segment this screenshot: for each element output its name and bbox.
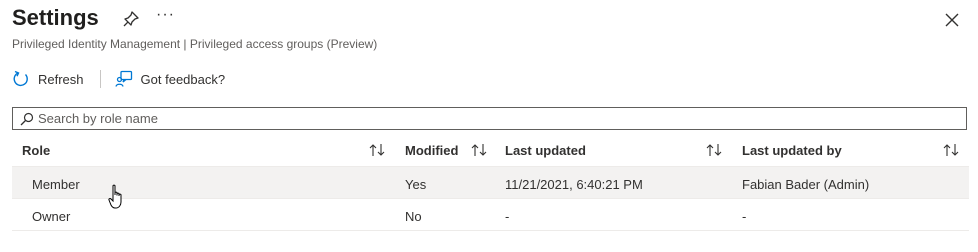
hand-cursor-icon — [108, 184, 122, 209]
last-updated-by-cell: - — [742, 209, 747, 224]
command-bar: Refresh Got feedback? — [12, 66, 225, 92]
column-header-modified[interactable]: Modified — [405, 143, 458, 158]
search-box[interactable] — [12, 107, 967, 130]
feedback-button[interactable]: Got feedback? — [114, 70, 226, 88]
toolbar-divider — [99, 70, 101, 88]
feedback-icon — [114, 70, 132, 87]
role-cell[interactable]: Member — [32, 177, 80, 192]
role-cell[interactable]: Owner — [32, 209, 70, 224]
sort-icon[interactable] — [705, 143, 723, 157]
sort-icon[interactable] — [942, 143, 960, 157]
table-row[interactable]: Owner No - - — [12, 199, 969, 231]
search-input[interactable] — [38, 111, 966, 126]
breadcrumb-subtitle: Privileged Identity Management | Privile… — [12, 37, 378, 51]
last-updated-cell: 11/21/2021, 6:40:21 PM — [505, 177, 643, 192]
column-header-last-updated[interactable]: Last updated — [505, 143, 586, 158]
sort-icon[interactable] — [368, 143, 386, 157]
last-updated-by-cell: Fabian Bader (Admin) — [742, 177, 870, 192]
sort-icon[interactable] — [470, 143, 488, 157]
refresh-icon — [13, 70, 28, 87]
table-header: Role Modified Last updated Last updated … — [12, 136, 969, 167]
close-icon[interactable] — [944, 12, 960, 28]
modified-cell: Yes — [405, 177, 427, 192]
page-title: Settings — [12, 5, 99, 30]
last-updated-cell: - — [505, 209, 510, 224]
table-row[interactable]: Member Yes 11/21/2021, 6:40:21 PM Fabian… — [12, 167, 969, 199]
column-header-role[interactable]: Role — [22, 143, 50, 158]
modified-cell: No — [405, 209, 422, 224]
refresh-button[interactable]: Refresh — [12, 70, 84, 88]
feedback-label: Got feedback? — [140, 71, 226, 87]
roles-table: Role Modified Last updated Last updated … — [12, 136, 969, 231]
search-icon — [20, 112, 34, 125]
pin-icon[interactable] — [122, 10, 140, 28]
refresh-label: Refresh — [38, 71, 84, 87]
more-icon[interactable]: ··· — [156, 6, 175, 24]
column-header-last-updated-by[interactable]: Last updated by — [742, 143, 842, 158]
